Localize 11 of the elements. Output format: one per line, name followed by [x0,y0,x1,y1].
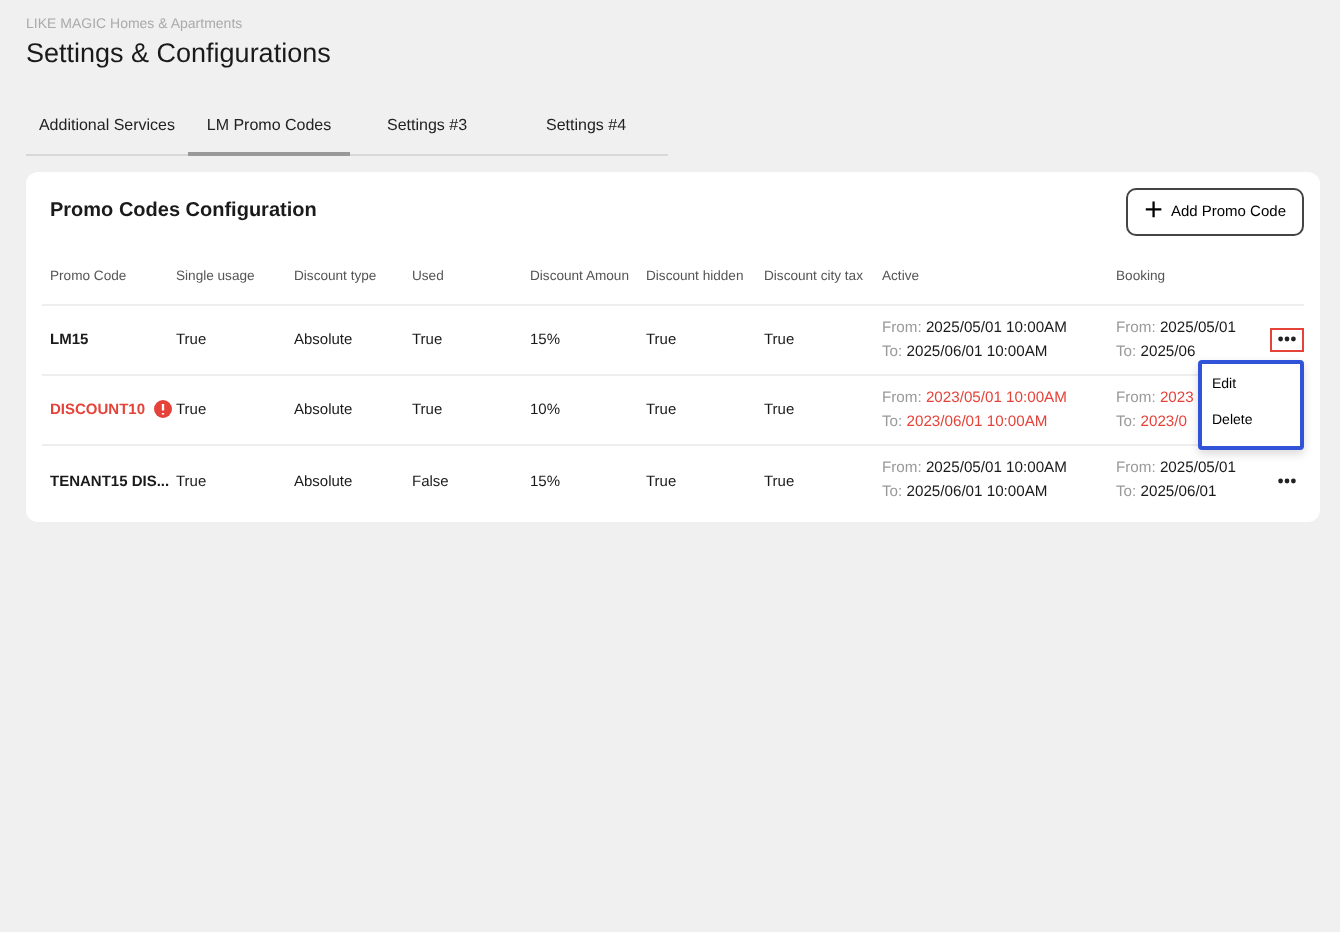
more-button[interactable] [1270,327,1304,352]
page-title: Settings & Configurations [26,37,333,70]
tab[interactable]: Additional Services [26,101,188,156]
plus-icon: + [1144,195,1163,228]
more-icon [1278,477,1296,484]
tab[interactable]: Settings #3 [350,101,504,156]
tab[interactable]: LM Promo Codes [188,101,350,156]
card-title: Promo Codes Configuration [50,198,317,227]
tab[interactable]: Settings #4 [504,101,668,156]
warning-icon [153,400,172,419]
more-icon [1278,336,1296,343]
